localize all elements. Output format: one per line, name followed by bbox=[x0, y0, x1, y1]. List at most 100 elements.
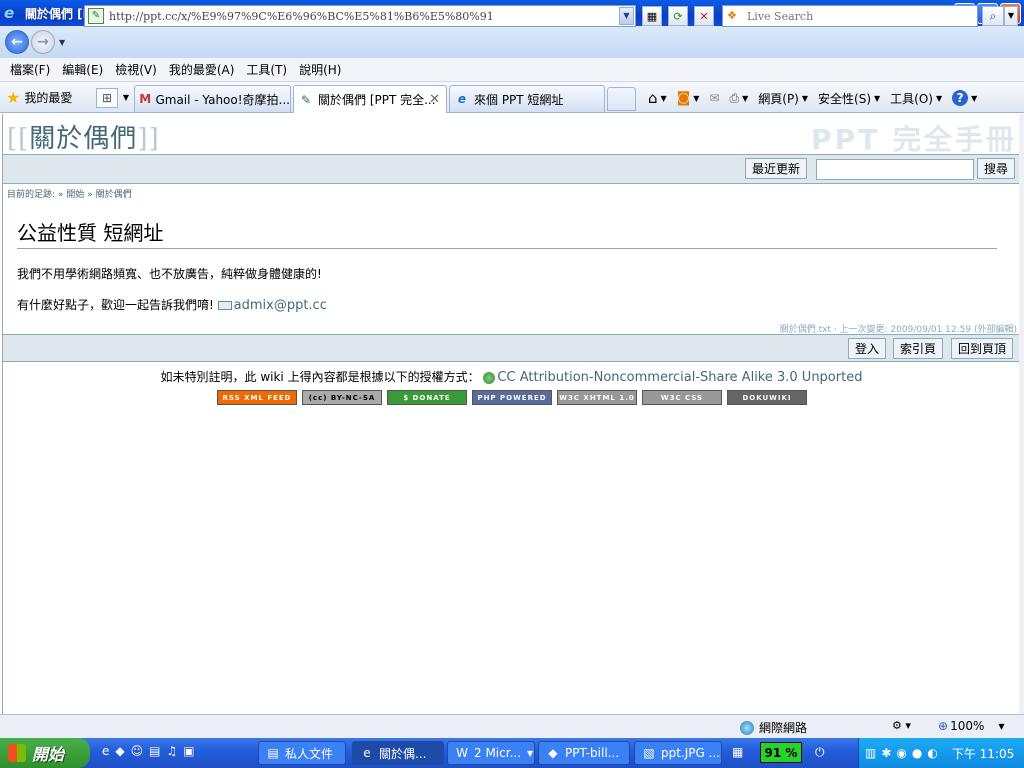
chevron-down-icon: ▼ bbox=[527, 748, 534, 758]
vertical-scrollbar[interactable] bbox=[1019, 114, 1024, 714]
wireless-tray-icon[interactable]: ◉ bbox=[896, 746, 906, 760]
license-link[interactable]: CC Attribution-Noncommercial-Share Alike… bbox=[483, 370, 862, 385]
print-button[interactable]: ⎙ ▼ bbox=[730, 91, 749, 106]
tab-ppt-short-url[interactable]: e 來個 PPT 短網址 bbox=[449, 85, 605, 112]
breadcrumb-item-about[interactable]: 關於偶們 bbox=[96, 190, 132, 200]
compatibility-button[interactable]: ▦ bbox=[642, 6, 662, 26]
tools-menu-button[interactable]: 工具(O) ▼ bbox=[890, 90, 942, 107]
recent-changes-button[interactable]: 最近更新 bbox=[745, 158, 808, 179]
menu-view[interactable]: 檢視(V) bbox=[115, 61, 157, 78]
taskbar-item-image[interactable]: ▧ ppt.JPG ... bbox=[634, 741, 722, 765]
email-link[interactable]: admix@ppt.cc bbox=[217, 298, 327, 313]
menu-help[interactable]: 說明(H) bbox=[299, 61, 341, 78]
address-dropdown-icon[interactable]: ▼ bbox=[619, 7, 634, 25]
taskbar-item-word[interactable]: W 2 Micr... ▼ bbox=[447, 741, 535, 765]
language-bar-icon[interactable]: ▦ bbox=[732, 745, 743, 759]
page-menu-button[interactable]: 網頁(P) ▼ bbox=[758, 90, 808, 107]
tool-quicklaunch-icon[interactable]: ♫ bbox=[166, 744, 177, 758]
battery-indicator[interactable]: 91 % bbox=[760, 742, 802, 763]
stop-button[interactable]: ✕ bbox=[694, 6, 714, 26]
page-id-text[interactable]: 關於偶們 bbox=[29, 124, 137, 154]
tab-list-dropdown-icon[interactable]: ▼ bbox=[120, 88, 132, 108]
dokuwiki-badge[interactable]: DOKUWIKI bbox=[727, 390, 807, 405]
taskbar-item-documents[interactable]: ▤ 私人文件 bbox=[258, 741, 346, 765]
folder-icon: ▤ bbox=[267, 746, 279, 760]
status-bar: 網際網路 ⚙ ▾ ⊕ 100% ▼ bbox=[0, 714, 1024, 738]
security-zone[interactable]: 網際網路 bbox=[740, 719, 807, 736]
breadcrumb-item-start[interactable]: 開始 bbox=[66, 190, 84, 200]
search-options-dropdown[interactable]: ▼ bbox=[1004, 6, 1018, 26]
safety-menu-label: 安全性(S) bbox=[818, 91, 872, 106]
back-button[interactable]: ← bbox=[5, 30, 29, 54]
taskbar-item-label: 關於偶... bbox=[379, 746, 427, 761]
command-bar: ⌂ ▼ ◙ ▼ ✉ ⎙ ▼ 網頁(P) ▼ 安全性(S) ▼ 工具(O) ▼ ? ▼ bbox=[648, 87, 987, 109]
breadcrumb-label: 目前的足跡: bbox=[7, 190, 56, 200]
url-text[interactable]: http://ppt.cc/x/%E9%97%9C%E6%96%BC%E5%81… bbox=[109, 10, 619, 23]
chevron-down-icon: ▼ bbox=[660, 93, 667, 103]
home-icon: ⌂ bbox=[648, 89, 658, 107]
power-plug-icon[interactable]: ⏻ bbox=[815, 745, 825, 760]
ie-quicklaunch-icon[interactable]: e bbox=[102, 744, 109, 758]
taskbar-item-ie[interactable]: e 關於偶... bbox=[352, 741, 444, 765]
system-tray: ▥ ✱ ◉ ● ◐ 下午 11:05 bbox=[858, 738, 1024, 768]
app-quicklaunch-icon[interactable]: ◆ bbox=[115, 744, 124, 758]
back-to-top-button[interactable]: 回到頁頂 bbox=[951, 338, 1014, 359]
wiki-search-button[interactable]: 搜尋 bbox=[977, 158, 1016, 179]
live-search-input[interactable] bbox=[747, 9, 967, 23]
cc-license-badge[interactable]: (cc) BY-NC-SA bbox=[302, 390, 382, 405]
license-link-text[interactable]: CC Attribution-Noncommercial-Share Alike… bbox=[497, 370, 862, 385]
help-icon: ? bbox=[952, 90, 969, 106]
bluetooth-tray-icon[interactable]: ✱ bbox=[881, 746, 891, 760]
donate-badge[interactable]: $ DONATE bbox=[387, 390, 467, 405]
xhtml-badge[interactable]: W3C XHTML 1.0 bbox=[557, 390, 637, 405]
refresh-button[interactable]: ⟳ bbox=[668, 6, 688, 26]
protected-mode-icon[interactable]: ⚙ ▾ bbox=[892, 719, 911, 732]
favorites-button[interactable]: ★ 我的最愛 bbox=[6, 88, 72, 107]
safety-menu-button[interactable]: 安全性(S) ▼ bbox=[818, 90, 880, 107]
contact-paragraph: 有什麼好點子，歡迎一起告訴我們唷! admix@ppt.cc bbox=[17, 296, 1005, 313]
menu-file[interactable]: 檔案(F) bbox=[10, 61, 50, 78]
quick-tabs-button[interactable]: ⊞ bbox=[96, 88, 118, 108]
network-tray-icon[interactable]: ▥ bbox=[865, 746, 876, 760]
badge-row: RSS XML FEED (cc) BY-NC-SA $ DONATE PHP … bbox=[217, 390, 807, 405]
ie-logo-icon: e bbox=[4, 4, 15, 22]
php-badge[interactable]: PHP POWERED bbox=[472, 390, 552, 405]
login-button[interactable]: 登入 bbox=[848, 338, 887, 359]
taskbar-item-ppt-bill[interactable]: ◆ PPT-bill... bbox=[538, 741, 630, 765]
messenger-quicklaunch-icon[interactable]: ☺ bbox=[131, 744, 144, 758]
tab-label: 關於偶們 [PPT 完全... bbox=[318, 93, 436, 107]
help-button[interactable]: ? ▼ bbox=[952, 90, 977, 106]
menu-favorites[interactable]: 我的最愛(A) bbox=[169, 61, 235, 78]
address-field[interactable]: ✎ http://ppt.cc/x/%E9%97%9C%E6%96%BC%E5%… bbox=[84, 5, 636, 27]
tab-close-icon[interactable]: ✕ bbox=[429, 92, 440, 107]
clock[interactable]: 下午 11:05 bbox=[952, 745, 1014, 762]
live-search-box[interactable]: ❖ bbox=[722, 5, 978, 27]
desktop-quicklaunch-icon[interactable]: ▣ bbox=[183, 744, 194, 758]
css-badge[interactable]: W3C CSS bbox=[642, 390, 722, 405]
breadcrumb: 目前的足跡: » 開始 » 關於偶們 bbox=[3, 184, 1019, 203]
history-dropdown-icon[interactable]: ▼ bbox=[59, 38, 69, 47]
home-button[interactable]: ⌂ ▼ bbox=[648, 89, 667, 107]
tab-about-us[interactable]: ✎ 關於偶們 [PPT 完全... ✕ bbox=[293, 85, 447, 113]
zoom-icon: ⊕ bbox=[938, 719, 949, 733]
app-icon: ◆ bbox=[548, 746, 558, 760]
new-tab-button[interactable] bbox=[607, 87, 636, 111]
wiki-page-id[interactable]: [[關於偶們]] bbox=[7, 118, 160, 155]
menu-edit[interactable]: 編輯(E) bbox=[62, 61, 103, 78]
zoom-control[interactable]: ⊕ 100% ▼ bbox=[938, 719, 1005, 733]
tab-gmail[interactable]: M Gmail - Yahoo!奇摩拍... bbox=[134, 85, 291, 112]
search-go-button[interactable]: ⌕ bbox=[982, 6, 1004, 26]
index-button[interactable]: 索引頁 bbox=[893, 338, 944, 359]
folder-quicklaunch-icon[interactable]: ▤ bbox=[149, 744, 160, 758]
feeds-button[interactable]: ◙ ▼ bbox=[677, 90, 700, 106]
rss-feed-badge[interactable]: RSS XML FEED bbox=[217, 390, 297, 405]
forward-button[interactable]: → bbox=[31, 30, 55, 54]
read-mail-button[interactable]: ✉ bbox=[709, 91, 719, 105]
start-button[interactable]: 開始 bbox=[0, 738, 90, 768]
wiki-search-input[interactable] bbox=[816, 159, 974, 180]
wiki-site-name[interactable]: PPT 完全手冊 bbox=[811, 118, 1017, 158]
antivirus-tray-icon[interactable]: ● bbox=[912, 746, 922, 760]
email-address[interactable]: admix@ppt.cc bbox=[234, 298, 327, 313]
volume-tray-icon[interactable]: ◐ bbox=[927, 746, 937, 760]
menu-tools[interactable]: 工具(T) bbox=[246, 61, 287, 78]
